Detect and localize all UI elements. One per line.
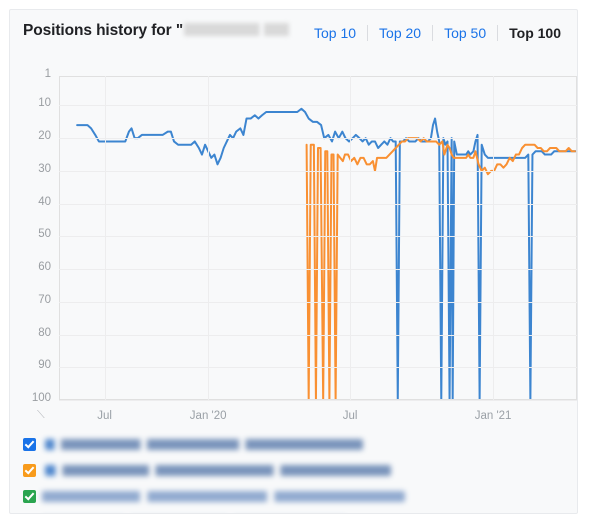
page-title-text: Positions history for ": [23, 22, 184, 39]
y-axis-tick-label: 70: [38, 293, 51, 306]
list-item[interactable]: [10, 460, 577, 481]
tab-top-10[interactable]: Top 10: [303, 24, 367, 42]
gridline: [59, 367, 577, 368]
redacted-keyword: [184, 23, 290, 36]
y-axis-tick-label: 1: [44, 68, 51, 80]
page-title: Positions history for ": [23, 22, 290, 40]
tab-top-50[interactable]: Top 50: [433, 24, 497, 42]
y-axis-tick-label: 60: [38, 261, 51, 274]
gridline: [59, 335, 577, 336]
y-axis-tick-label: 90: [38, 359, 51, 372]
gridline: [59, 302, 577, 303]
gridline: [59, 105, 577, 106]
plot-top-border: [59, 76, 577, 77]
x-axis-tick-label: Jul: [97, 410, 112, 422]
y-axis-tick-label: 40: [38, 195, 51, 208]
gridline: [350, 76, 351, 400]
list-item[interactable]: [10, 434, 577, 455]
gridline: [59, 236, 577, 237]
legend-label-1: [45, 439, 363, 450]
legend-label-3: [42, 491, 405, 502]
gridline: [208, 76, 209, 400]
y-axis-tick-label: 80: [38, 326, 51, 339]
positions-chart: 1 10 20 30 40 50 60 70 80 90 100 ⟍ Jul Jan '20 Jul Ja…: [10, 58, 577, 428]
x-axis-labels: Jul Jan '20 Jul Jan '21: [59, 408, 577, 428]
legend-label-2: [45, 465, 391, 476]
series-lines: [76, 107, 577, 400]
x-axis-tick-label: Jan '21: [474, 410, 512, 422]
gridline: [59, 400, 577, 401]
legend-checkbox-3[interactable]: [23, 490, 36, 503]
plot-left-border: [59, 76, 60, 400]
plot-area: [59, 76, 577, 401]
positions-history-card: Positions history for " Top 10 Top 20 To…: [9, 9, 578, 514]
y-axis-tick-label: 10: [38, 97, 51, 110]
plot-right-border: [576, 76, 577, 400]
y-axis-tick-label: 20: [38, 130, 51, 143]
gridline: [59, 204, 577, 205]
tab-top-100[interactable]: Top 100: [498, 24, 563, 42]
gridline: [105, 76, 106, 400]
gridline: [493, 76, 494, 400]
series-legend: [10, 434, 577, 513]
top-n-tabs: Top 10 Top 20 Top 50 Top 100: [303, 23, 563, 43]
list-item[interactable]: [10, 486, 577, 507]
legend-checkbox-2[interactable]: [23, 464, 36, 477]
tab-top-20[interactable]: Top 20: [368, 24, 432, 42]
x-axis-origin-tick: ⟍: [37, 409, 45, 421]
legend-checkbox-1[interactable]: [23, 438, 36, 451]
x-axis-tick-label: Jul: [342, 410, 358, 422]
y-axis-tick-label: 30: [38, 162, 51, 175]
card-header: Positions history for " Top 10 Top 20 To…: [10, 10, 577, 58]
gridline: [59, 269, 577, 270]
gridline: [59, 138, 577, 139]
list-item[interactable]: [10, 512, 577, 513]
gridline: [59, 171, 577, 172]
y-axis-tick-label: 100: [31, 392, 51, 404]
y-axis-tick-label: 50: [38, 228, 51, 241]
x-axis-tick-label: Jan '20: [189, 410, 227, 422]
